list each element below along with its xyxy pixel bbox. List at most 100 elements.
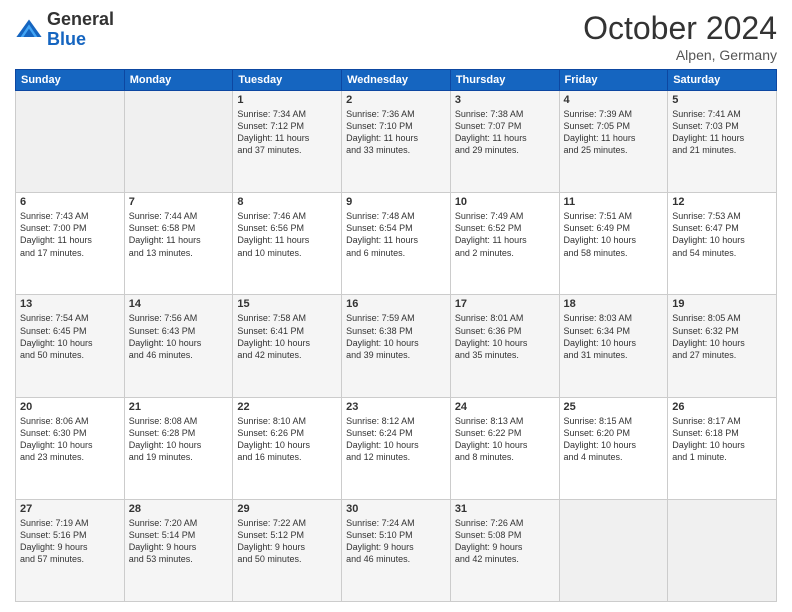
day-info: Sunrise: 8:10 AM Sunset: 6:26 PM Dayligh… xyxy=(237,415,337,464)
weekday-header: Tuesday xyxy=(233,70,342,91)
calendar-cell: 27 Sunrise: 7:19 AM Sunset: 5:16 PM Dayli… xyxy=(16,499,125,601)
day-info: Sunrise: 7:44 AM Sunset: 6:58 PM Dayligh… xyxy=(129,210,229,259)
calendar-cell: 4Sunrise: 7:39 AM Sunset: 7:05 PM Daylig… xyxy=(559,91,668,193)
calendar-week: 6 Sunrise: 7:43 AM Sunset: 7:00 PM Daylig… xyxy=(16,193,777,295)
day-info: Sunrise: 7:43 AM Sunset: 7:00 PM Dayligh… xyxy=(20,210,120,259)
day-number: 11 xyxy=(564,196,664,208)
calendar-cell: 20 Sunrise: 8:06 AM Sunset: 6:30 PM Dayli… xyxy=(16,397,125,499)
day-number: 25 xyxy=(564,401,664,413)
day-number: 22 xyxy=(237,401,337,413)
day-number: 24 xyxy=(455,401,555,413)
day-info: Sunrise: 7:26 AM Sunset: 5:08 PM Dayligh… xyxy=(455,517,555,566)
logo-text: General Blue xyxy=(47,10,114,50)
day-number: 10 xyxy=(455,196,555,208)
calendar-cell: 8 Sunrise: 7:46 AM Sunset: 6:56 PM Daylig… xyxy=(233,193,342,295)
day-number: 2 xyxy=(346,94,446,106)
day-info: Sunrise: 7:46 AM Sunset: 6:56 PM Dayligh… xyxy=(237,210,337,259)
day-number: 15 xyxy=(237,298,337,310)
calendar-cell: 29Sunrise: 7:22 AM Sunset: 5:12 PM Dayli… xyxy=(233,499,342,601)
calendar-cell: 15 Sunrise: 7:58 AM Sunset: 6:41 PM Dayli… xyxy=(233,295,342,397)
calendar-cell: 11 Sunrise: 7:51 AM Sunset: 6:49 PM Dayli… xyxy=(559,193,668,295)
calendar-cell: 22 Sunrise: 8:10 AM Sunset: 6:26 PM Dayli… xyxy=(233,397,342,499)
calendar-week: 20 Sunrise: 8:06 AM Sunset: 6:30 PM Dayli… xyxy=(16,397,777,499)
calendar-week: 27 Sunrise: 7:19 AM Sunset: 5:16 PM Dayli… xyxy=(16,499,777,601)
logo-blue: Blue xyxy=(47,30,114,50)
day-number: 8 xyxy=(237,196,337,208)
day-number: 21 xyxy=(129,401,229,413)
day-number: 18 xyxy=(564,298,664,310)
day-number: 1 xyxy=(237,94,337,106)
logo: General Blue xyxy=(15,10,114,50)
day-info: Sunrise: 8:06 AM Sunset: 6:30 PM Dayligh… xyxy=(20,415,120,464)
day-info: Sunrise: 7:19 AM Sunset: 5:16 PM Dayligh… xyxy=(20,517,120,566)
calendar-cell xyxy=(124,91,233,193)
day-number: 12 xyxy=(672,196,772,208)
calendar-cell: 3 Sunrise: 7:38 AM Sunset: 7:07 PM Daylig… xyxy=(450,91,559,193)
day-info: Sunrise: 7:54 AM Sunset: 6:45 PM Dayligh… xyxy=(20,312,120,361)
calendar-cell: 2Sunrise: 7:36 AM Sunset: 7:10 PM Daylig… xyxy=(342,91,451,193)
calendar-cell: 1 Sunrise: 7:34 AM Sunset: 7:12 PM Daylig… xyxy=(233,91,342,193)
calendar-cell: 28 Sunrise: 7:20 AM Sunset: 5:14 PM Dayli… xyxy=(124,499,233,601)
weekday-header: Saturday xyxy=(668,70,777,91)
calendar-cell: 19 Sunrise: 8:05 AM Sunset: 6:32 PM Dayli… xyxy=(668,295,777,397)
calendar: SundayMondayTuesdayWednesdayThursdayFrid… xyxy=(15,69,777,602)
calendar-cell: 7Sunrise: 7:44 AM Sunset: 6:58 PM Daylig… xyxy=(124,193,233,295)
day-number: 23 xyxy=(346,401,446,413)
day-number: 16 xyxy=(346,298,446,310)
logo-icon xyxy=(15,16,43,44)
calendar-cell: 23Sunrise: 8:12 AM Sunset: 6:24 PM Dayli… xyxy=(342,397,451,499)
calendar-cell: 5 Sunrise: 7:41 AM Sunset: 7:03 PM Daylig… xyxy=(668,91,777,193)
day-info: Sunrise: 7:20 AM Sunset: 5:14 PM Dayligh… xyxy=(129,517,229,566)
day-info: Sunrise: 7:41 AM Sunset: 7:03 PM Dayligh… xyxy=(672,108,772,157)
day-number: 3 xyxy=(455,94,555,106)
calendar-cell xyxy=(668,499,777,601)
day-info: Sunrise: 8:03 AM Sunset: 6:34 PM Dayligh… xyxy=(564,312,664,361)
day-info: Sunrise: 8:17 AM Sunset: 6:18 PM Dayligh… xyxy=(672,415,772,464)
day-info: Sunrise: 8:15 AM Sunset: 6:20 PM Dayligh… xyxy=(564,415,664,464)
calendar-cell: 24Sunrise: 8:13 AM Sunset: 6:22 PM Dayli… xyxy=(450,397,559,499)
day-info: Sunrise: 7:53 AM Sunset: 6:47 PM Dayligh… xyxy=(672,210,772,259)
calendar-cell: 26Sunrise: 8:17 AM Sunset: 6:18 PM Dayli… xyxy=(668,397,777,499)
day-number: 19 xyxy=(672,298,772,310)
calendar-week: 1 Sunrise: 7:34 AM Sunset: 7:12 PM Daylig… xyxy=(16,91,777,193)
weekday-header: Monday xyxy=(124,70,233,91)
weekday-header-row: SundayMondayTuesdayWednesdayThursdayFrid… xyxy=(16,70,777,91)
day-number: 28 xyxy=(129,503,229,515)
title-block: October 2024 Alpen, Germany xyxy=(583,10,777,63)
day-number: 6 xyxy=(20,196,120,208)
calendar-cell: 14Sunrise: 7:56 AM Sunset: 6:43 PM Dayli… xyxy=(124,295,233,397)
day-info: Sunrise: 7:59 AM Sunset: 6:38 PM Dayligh… xyxy=(346,312,446,361)
day-number: 27 xyxy=(20,503,120,515)
day-info: Sunrise: 7:38 AM Sunset: 7:07 PM Dayligh… xyxy=(455,108,555,157)
weekday-header: Thursday xyxy=(450,70,559,91)
location: Alpen, Germany xyxy=(583,47,777,63)
day-info: Sunrise: 7:49 AM Sunset: 6:52 PM Dayligh… xyxy=(455,210,555,259)
day-number: 20 xyxy=(20,401,120,413)
calendar-cell: 30Sunrise: 7:24 AM Sunset: 5:10 PM Dayli… xyxy=(342,499,451,601)
day-info: Sunrise: 7:24 AM Sunset: 5:10 PM Dayligh… xyxy=(346,517,446,566)
calendar-cell: 13 Sunrise: 7:54 AM Sunset: 6:45 PM Dayli… xyxy=(16,295,125,397)
weekday-header: Sunday xyxy=(16,70,125,91)
day-number: 13 xyxy=(20,298,120,310)
calendar-week: 13 Sunrise: 7:54 AM Sunset: 6:45 PM Dayli… xyxy=(16,295,777,397)
day-number: 31 xyxy=(455,503,555,515)
calendar-cell: 18 Sunrise: 8:03 AM Sunset: 6:34 PM Dayli… xyxy=(559,295,668,397)
logo-general: General xyxy=(47,10,114,30)
month-title: October 2024 xyxy=(583,10,777,47)
calendar-cell: 10 Sunrise: 7:49 AM Sunset: 6:52 PM Dayli… xyxy=(450,193,559,295)
calendar-cell: 17 Sunrise: 8:01 AM Sunset: 6:36 PM Dayli… xyxy=(450,295,559,397)
calendar-cell: 6 Sunrise: 7:43 AM Sunset: 7:00 PM Daylig… xyxy=(16,193,125,295)
calendar-cell xyxy=(16,91,125,193)
day-info: Sunrise: 8:01 AM Sunset: 6:36 PM Dayligh… xyxy=(455,312,555,361)
day-info: Sunrise: 7:39 AM Sunset: 7:05 PM Dayligh… xyxy=(564,108,664,157)
calendar-cell: 31 Sunrise: 7:26 AM Sunset: 5:08 PM Dayli… xyxy=(450,499,559,601)
day-number: 29 xyxy=(237,503,337,515)
day-number: 5 xyxy=(672,94,772,106)
day-info: Sunrise: 7:58 AM Sunset: 6:41 PM Dayligh… xyxy=(237,312,337,361)
calendar-cell: 12 Sunrise: 7:53 AM Sunset: 6:47 PM Dayli… xyxy=(668,193,777,295)
day-number: 17 xyxy=(455,298,555,310)
day-info: Sunrise: 7:51 AM Sunset: 6:49 PM Dayligh… xyxy=(564,210,664,259)
day-info: Sunrise: 7:34 AM Sunset: 7:12 PM Dayligh… xyxy=(237,108,337,157)
day-info: Sunrise: 8:05 AM Sunset: 6:32 PM Dayligh… xyxy=(672,312,772,361)
day-info: Sunrise: 7:56 AM Sunset: 6:43 PM Dayligh… xyxy=(129,312,229,361)
